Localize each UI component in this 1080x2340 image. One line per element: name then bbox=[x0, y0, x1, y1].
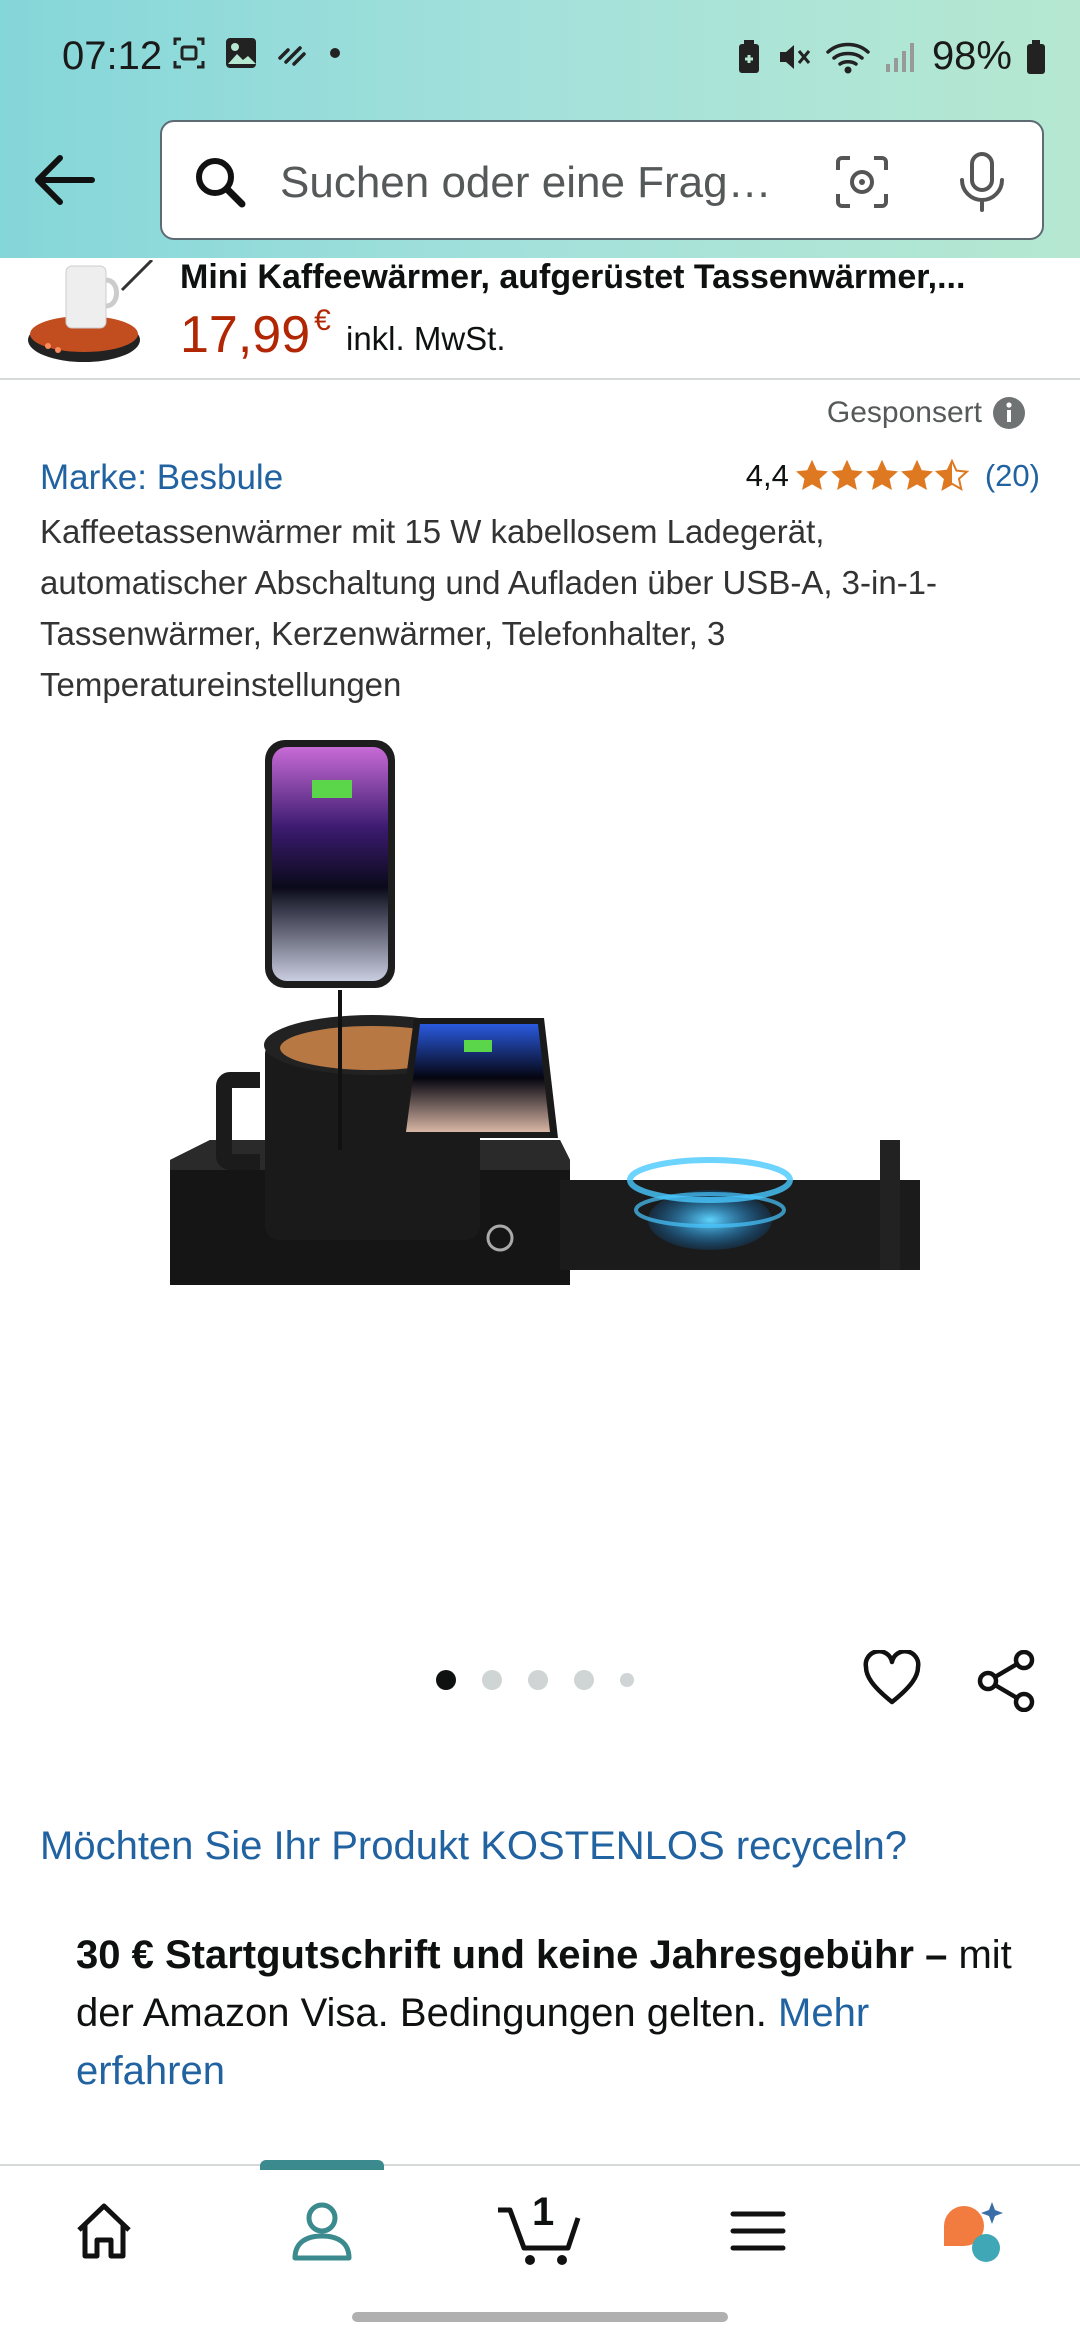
share-icon[interactable] bbox=[976, 1650, 1036, 1712]
gallery-icon bbox=[226, 38, 256, 68]
screenshot-icon bbox=[173, 37, 205, 69]
product-title: Kaffeetassenwärmer mit 15 W kabellosem L… bbox=[40, 513, 938, 703]
camera-search-icon[interactable] bbox=[832, 152, 892, 212]
promo-headline: 30 € Startgutschrift und keine Jahresgeb… bbox=[76, 1933, 948, 1977]
battery-percent: 98% bbox=[931, 34, 1012, 78]
active-tab-indicator bbox=[260, 2160, 384, 2170]
carousel-dot[interactable] bbox=[620, 1673, 634, 1687]
activity-icon bbox=[278, 46, 306, 66]
price-currency: € bbox=[314, 304, 331, 337]
home-icon[interactable] bbox=[69, 2196, 139, 2266]
wishlist-heart-icon[interactable] bbox=[862, 1650, 922, 1708]
search-icon bbox=[196, 158, 246, 208]
cart-button[interactable]: 1 bbox=[494, 2190, 584, 2270]
rating-count: (20) bbox=[984, 458, 1040, 493]
wifi-icon bbox=[826, 42, 870, 73]
search-input[interactable]: Suchen oder eine Frag… bbox=[280, 158, 772, 208]
brand-link[interactable]: Marke: Besbule bbox=[40, 458, 283, 498]
image-carousel-dots[interactable] bbox=[436, 1670, 634, 1690]
status-bar: 07:12 98% bbox=[0, 0, 1080, 110]
product-image[interactable] bbox=[140, 740, 940, 1570]
star-rating-icon bbox=[796, 460, 968, 490]
sticky-product-bar[interactable]: Mini Kaffeewärmer, aufgerüstet Tassenwär… bbox=[0, 258, 1080, 380]
battery-saver-icon bbox=[738, 39, 759, 73]
visa-promo: 30 € Startgutschrift und keine Jahresgeb… bbox=[76, 1926, 1016, 2100]
rating-value: 4,4 bbox=[745, 458, 789, 493]
dot-icon bbox=[330, 48, 340, 58]
info-icon bbox=[993, 397, 1025, 429]
carousel-dot[interactable] bbox=[482, 1670, 502, 1690]
mute-icon bbox=[779, 44, 811, 69]
vat-note: inkl. MwSt. bbox=[346, 320, 506, 357]
rating-summary[interactable]: 4,4 (20) bbox=[746, 458, 1040, 494]
sponsored-text: Gesponsert bbox=[826, 396, 982, 429]
back-arrow-icon[interactable] bbox=[30, 150, 100, 210]
sticky-product-price: 17,99 € bbox=[180, 304, 331, 365]
status-notification-icons bbox=[172, 36, 342, 70]
cart-count: 1 bbox=[532, 2190, 555, 2234]
status-time: 07:12 bbox=[62, 34, 163, 78]
gesture-bar[interactable] bbox=[352, 2312, 728, 2322]
product-thumbnail bbox=[28, 260, 154, 362]
sticky-product-title[interactable]: Mini Kaffeewärmer, aufgerüstet Tassenwär… bbox=[180, 258, 965, 297]
rufus-ai-icon[interactable] bbox=[940, 2196, 1010, 2266]
status-right: 98% bbox=[736, 34, 1046, 79]
signal-icon bbox=[885, 42, 914, 72]
carousel-dot[interactable] bbox=[574, 1670, 594, 1690]
account-icon[interactable] bbox=[287, 2196, 357, 2266]
price-value: 17,99 bbox=[180, 306, 311, 364]
battery-icon bbox=[1027, 39, 1045, 74]
sponsored-label[interactable]: Gesponsert bbox=[827, 396, 1026, 430]
carousel-dot[interactable] bbox=[436, 1670, 456, 1690]
carousel-dot[interactable] bbox=[528, 1670, 548, 1690]
microphone-icon[interactable] bbox=[952, 150, 1012, 214]
search-bar[interactable]: Suchen oder eine Frag… bbox=[160, 120, 1044, 240]
recycle-link[interactable]: Möchten Sie Ihr Produkt KOSTENLOS recyce… bbox=[40, 1824, 907, 1869]
menu-icon[interactable] bbox=[723, 2196, 793, 2266]
